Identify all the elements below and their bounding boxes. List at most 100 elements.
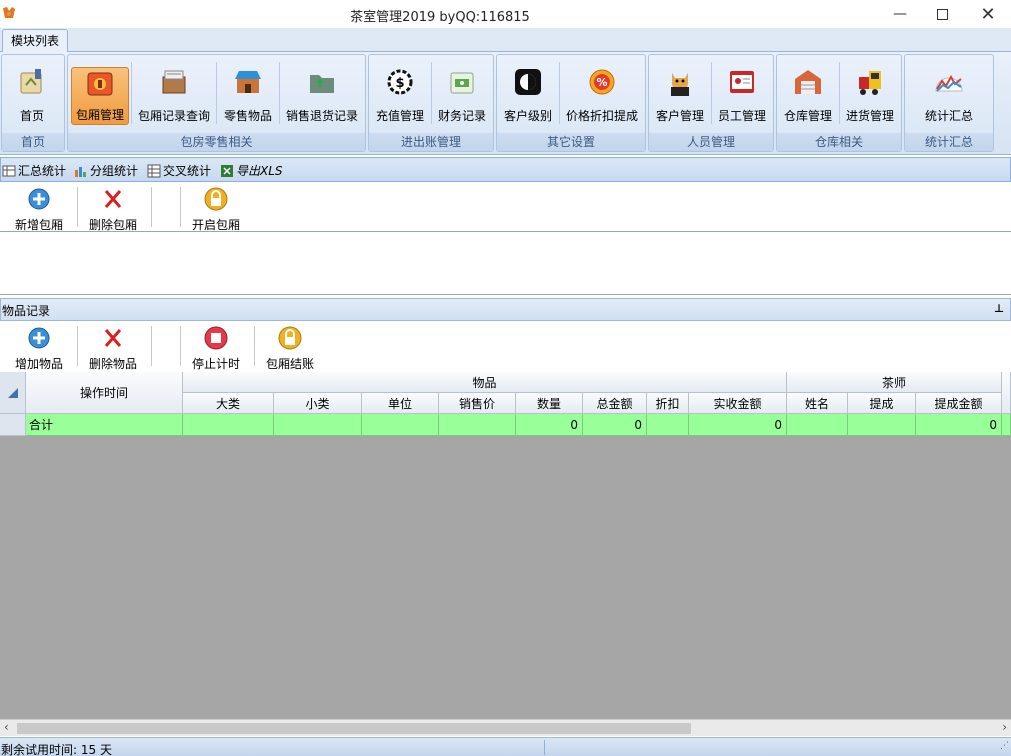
archive-icon bbox=[158, 66, 190, 98]
group-caption: 统计汇总 bbox=[905, 133, 993, 151]
svg-text:$: $ bbox=[395, 76, 404, 91]
svg-text:%: % bbox=[596, 76, 607, 89]
scroll-left-icon[interactable]: ‹ bbox=[4, 720, 9, 734]
discount-button[interactable]: % 价格折扣提成 bbox=[561, 66, 643, 128]
dollar-gear-icon: $ bbox=[384, 66, 416, 98]
id-card-icon bbox=[726, 66, 758, 98]
title-bar: 茶室管理2019 byQQ:116815 — ✕ bbox=[0, 0, 1011, 28]
items-toolbar: 增加物品 删除物品 停止计时 包厢结账 bbox=[0, 322, 1011, 372]
stats-summary-button[interactable]: 统计汇总 bbox=[911, 66, 987, 128]
group-caption: 进出账管理 bbox=[369, 133, 493, 151]
col-header[interactable]: 销售价 bbox=[439, 393, 516, 414]
col-header[interactable]: 大类 bbox=[183, 393, 274, 414]
maximize-button[interactable] bbox=[919, 0, 965, 28]
col-header[interactable]: 提成 bbox=[848, 393, 916, 414]
delete-room-button[interactable]: 删除包厢 bbox=[86, 187, 140, 235]
delete-item-button[interactable]: 删除物品 bbox=[86, 326, 140, 374]
summary-cell bbox=[848, 414, 916, 436]
stop-timer-button[interactable]: 停止计时 bbox=[189, 326, 243, 374]
minimize-icon: — bbox=[893, 6, 907, 22]
warehouse-manage-button[interactable]: 仓库管理 bbox=[779, 66, 837, 128]
percent-icon: % bbox=[586, 66, 618, 98]
status-bar: 剩余试用时间: 15 天 ⋰ bbox=[0, 737, 1011, 756]
horizontal-scrollbar[interactable]: ‹ › bbox=[0, 719, 1011, 736]
col-header[interactable]: 折扣 bbox=[647, 393, 689, 414]
select-all-corner[interactable] bbox=[0, 372, 26, 414]
close-button[interactable]: ✕ bbox=[965, 0, 1011, 28]
group-caption: 其它设置 bbox=[497, 133, 645, 151]
room-query-button[interactable]: 包厢记录查询 bbox=[134, 66, 214, 128]
col-header[interactable]: 实收金额 bbox=[689, 393, 787, 414]
sales-return-button[interactable]: 销售退货记录 bbox=[282, 66, 362, 128]
close-icon: ✕ bbox=[980, 3, 996, 25]
add-room-button[interactable]: 新增包厢 bbox=[12, 187, 66, 235]
forklift-icon bbox=[854, 66, 886, 98]
col-header[interactable]: 姓名 bbox=[787, 393, 848, 414]
chart-icon bbox=[933, 66, 965, 98]
trial-remaining: 剩余试用时间: 15 天 bbox=[1, 743, 112, 756]
recharge-button[interactable]: $ 充值管理 bbox=[371, 66, 429, 128]
summary-commission: 0 bbox=[916, 414, 1002, 436]
scrollbar-thumb[interactable] bbox=[17, 723, 691, 734]
report-toolbar: 汇总统计 分组统计 交叉统计 导出XLS bbox=[0, 157, 1011, 182]
contrast-icon bbox=[512, 66, 544, 98]
purchase-manage-button[interactable]: 进货管理 bbox=[841, 66, 899, 128]
cross-stats-button[interactable]: 交叉统计 bbox=[147, 162, 211, 179]
col-header[interactable]: 小类 bbox=[274, 393, 362, 414]
lock-icon bbox=[204, 187, 228, 211]
summary-total: 0 bbox=[583, 414, 647, 436]
col-header[interactable]: 单位 bbox=[362, 393, 439, 414]
band-tea-master: 茶师 bbox=[787, 372, 1002, 393]
home-icon bbox=[16, 66, 48, 98]
summary-qty: 0 bbox=[516, 414, 583, 436]
room-icon bbox=[84, 68, 116, 100]
summary-cell bbox=[183, 414, 274, 436]
summary-cell bbox=[439, 414, 516, 436]
tab-module-list[interactable]: 模块列表 bbox=[2, 29, 68, 53]
group-caption: 首页 bbox=[2, 133, 64, 151]
col-op-time[interactable]: 操作时间 bbox=[26, 372, 183, 414]
add-circle-icon bbox=[28, 188, 50, 210]
header-filler bbox=[1002, 372, 1011, 414]
group-chart-icon bbox=[75, 166, 86, 177]
summary-cell bbox=[1002, 414, 1011, 436]
band-items: 物品 bbox=[183, 372, 787, 393]
summary-cell bbox=[362, 414, 439, 436]
employee-manage-button[interactable]: 员工管理 bbox=[713, 66, 771, 128]
pin-icon[interactable]: ⊥ bbox=[994, 302, 1004, 315]
summary-received: 0 bbox=[689, 414, 787, 436]
crosstab-icon bbox=[147, 164, 161, 177]
summary-stats-button[interactable]: 汇总统计 bbox=[2, 162, 66, 179]
open-room-button[interactable]: 开启包厢 bbox=[189, 187, 243, 235]
excel-icon bbox=[221, 164, 233, 177]
col-header[interactable]: 总金额 bbox=[583, 393, 647, 414]
group-caption: 人员管理 bbox=[649, 133, 773, 151]
finance-button[interactable]: 财务记录 bbox=[433, 66, 491, 128]
room-checkout-button[interactable]: 包厢结账 bbox=[263, 326, 317, 374]
minimize-button[interactable]: — bbox=[877, 0, 923, 28]
col-header[interactable]: 数量 bbox=[516, 393, 583, 414]
window-title: 茶室管理2019 byQQ:116815 bbox=[350, 10, 530, 25]
group-stats-button[interactable]: 分组统计 bbox=[74, 162, 138, 179]
retail-items-button[interactable]: 零售物品 bbox=[219, 66, 277, 128]
delete-x-icon bbox=[104, 190, 122, 208]
delete-x-icon bbox=[104, 329, 122, 347]
home-button[interactable]: 首页 bbox=[4, 66, 60, 128]
folder-icon bbox=[306, 66, 338, 98]
customer-level-button[interactable]: 客户级别 bbox=[499, 66, 557, 128]
resize-grip-icon[interactable]: ⋰ bbox=[1000, 741, 1009, 751]
lock-icon bbox=[278, 326, 302, 350]
ribbon-tab-strip bbox=[0, 28, 1011, 52]
cat-person-icon bbox=[664, 66, 696, 98]
scroll-right-icon[interactable]: › bbox=[1002, 720, 1007, 734]
col-header[interactable]: 提成金额 bbox=[916, 393, 1002, 414]
customer-manage-button[interactable]: 客户管理 bbox=[651, 66, 709, 128]
group-caption: 包房零售相关 bbox=[68, 133, 365, 151]
export-xls-button[interactable]: 导出XLS bbox=[220, 162, 283, 179]
room-manage-button[interactable]: 包厢管理 bbox=[71, 67, 129, 125]
stop-icon bbox=[204, 326, 228, 350]
table-icon bbox=[2, 165, 16, 176]
summary-cell bbox=[274, 414, 362, 436]
room-toolbar: 新增包厢 删除包厢 开启包厢 bbox=[0, 183, 1011, 232]
add-item-button[interactable]: 增加物品 bbox=[12, 326, 66, 374]
